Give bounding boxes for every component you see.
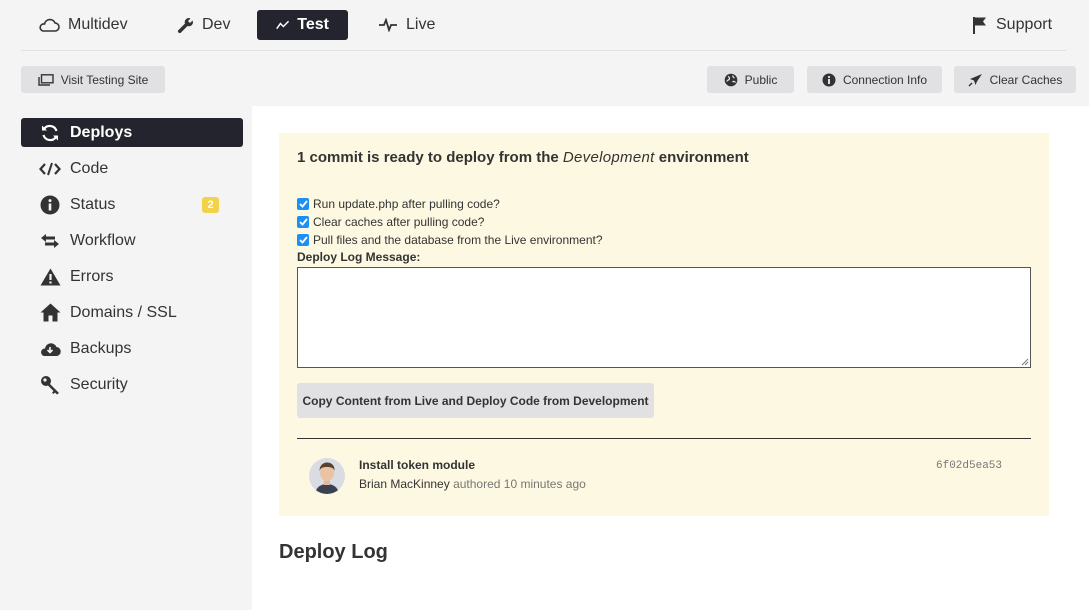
sidebar-item-code[interactable]: Code (21, 154, 243, 183)
env-tab-dev[interactable]: Dev (165, 10, 242, 40)
check-icon (298, 236, 308, 244)
sidebar-item-backups[interactable]: Backups (21, 334, 243, 363)
visit-testing-site-button[interactable]: Visit Testing Site (21, 66, 165, 93)
connection-info-label: Connection Info (842, 72, 928, 87)
support-link[interactable]: Support (960, 10, 1064, 40)
sidebar-item-label: Deploys (70, 123, 133, 141)
env-tab-label: Test (297, 16, 329, 33)
sidebar-nav: Deploys Code Status 2 Workflow Errors Do… (21, 118, 243, 406)
connection-info-button[interactable]: Connection Info (807, 66, 942, 93)
commit-author: Brian MacKinney (359, 477, 450, 491)
deploy-title-suffix: environment (658, 149, 749, 166)
sidebar-item-workflow[interactable]: Workflow (21, 226, 243, 255)
window-icon (37, 73, 54, 86)
deploy-log-message-textarea[interactable] (297, 267, 1031, 368)
sync-icon (39, 122, 61, 144)
sidebar-item-label: Errors (70, 267, 114, 285)
visit-testing-site-label: Visit Testing Site (60, 72, 149, 87)
deploy-title-env: Development (562, 149, 655, 166)
deploy-log-heading: Deploy Log (279, 541, 388, 563)
sidebar-item-domains-ssl[interactable]: Domains / SSL (21, 298, 243, 327)
deploy-log-message-label: Deploy Log Message: (297, 250, 421, 264)
deploy-button[interactable]: Copy Content from Live and Deploy Code f… (297, 383, 654, 418)
option-clear-caches[interactable]: Clear caches after pulling code? (297, 214, 484, 230)
cloud-download-icon (39, 338, 61, 360)
check-icon (298, 200, 308, 208)
checkbox[interactable] (297, 234, 309, 246)
option-label: Clear caches after pulling code? (313, 215, 485, 229)
env-tab-label: Multidev (68, 16, 128, 33)
info-icon (822, 73, 836, 86)
sidebar-item-security[interactable]: Security (21, 370, 243, 399)
sidebar-item-errors[interactable]: Errors (21, 262, 243, 291)
env-tab-live[interactable]: Live (366, 10, 447, 40)
wrench-icon (177, 17, 193, 33)
arrows-exchange-icon (39, 230, 61, 252)
pulse-icon (379, 18, 397, 32)
flag-icon (973, 17, 986, 34)
sidebar-item-label: Status (70, 195, 116, 213)
warning-icon (39, 266, 61, 288)
option-label: Pull files and the database from the Liv… (313, 233, 603, 247)
sidebar-item-label: Backups (70, 339, 132, 357)
env-tab-label: Live (406, 16, 436, 33)
public-button[interactable]: Public (707, 66, 794, 93)
env-tab-multidev[interactable]: Multidev (26, 10, 140, 40)
avatar (309, 458, 345, 494)
deploy-title: 1 commit is ready to deploy from the Dev… (297, 149, 749, 166)
sidebar-item-deploys[interactable]: Deploys (21, 118, 243, 147)
option-run-update[interactable]: Run update.php after pulling code? (297, 196, 500, 212)
env-tab-label: Dev (202, 16, 231, 33)
cloud-icon (39, 18, 60, 32)
checkbox[interactable] (297, 216, 309, 228)
env-tab-test[interactable]: Test (257, 10, 348, 40)
option-pull-files[interactable]: Pull files and the database from the Liv… (297, 232, 603, 248)
checkbox[interactable] (297, 198, 309, 210)
home-icon (39, 302, 61, 324)
code-icon (39, 158, 61, 180)
commit-meta: Brian MacKinney authored 10 minutes ago (359, 477, 586, 491)
commit-time: authored 10 minutes ago (453, 477, 586, 491)
option-label: Run update.php after pulling code? (313, 197, 500, 211)
clear-caches-label: Clear Caches (989, 72, 1063, 87)
rocket-icon (968, 73, 982, 86)
support-label: Support (996, 16, 1053, 33)
sidebar-item-status[interactable]: Status 2 (21, 190, 243, 219)
sidebar-item-label: Workflow (70, 231, 136, 249)
sidebar-item-label: Domains / SSL (70, 303, 177, 321)
commit-title: Install token module (359, 458, 476, 472)
check-icon (298, 218, 308, 226)
key-icon (39, 374, 61, 396)
status-badge: 2 (202, 197, 219, 213)
public-label: Public (744, 72, 778, 87)
commit-divider (297, 438, 1031, 439)
resize-grip-icon[interactable] (1021, 358, 1029, 366)
sidebar-item-label: Code (70, 159, 109, 177)
globe-icon (724, 73, 737, 86)
deploy-title-prefix: 1 commit is ready to deploy from the (297, 149, 559, 166)
commit-hash: 6f02d5ea53 (936, 460, 1003, 472)
sidebar-item-label: Security (70, 375, 128, 393)
chart-line-icon (276, 20, 290, 30)
clear-caches-button[interactable]: Clear Caches (954, 66, 1076, 93)
info-icon (39, 194, 61, 216)
